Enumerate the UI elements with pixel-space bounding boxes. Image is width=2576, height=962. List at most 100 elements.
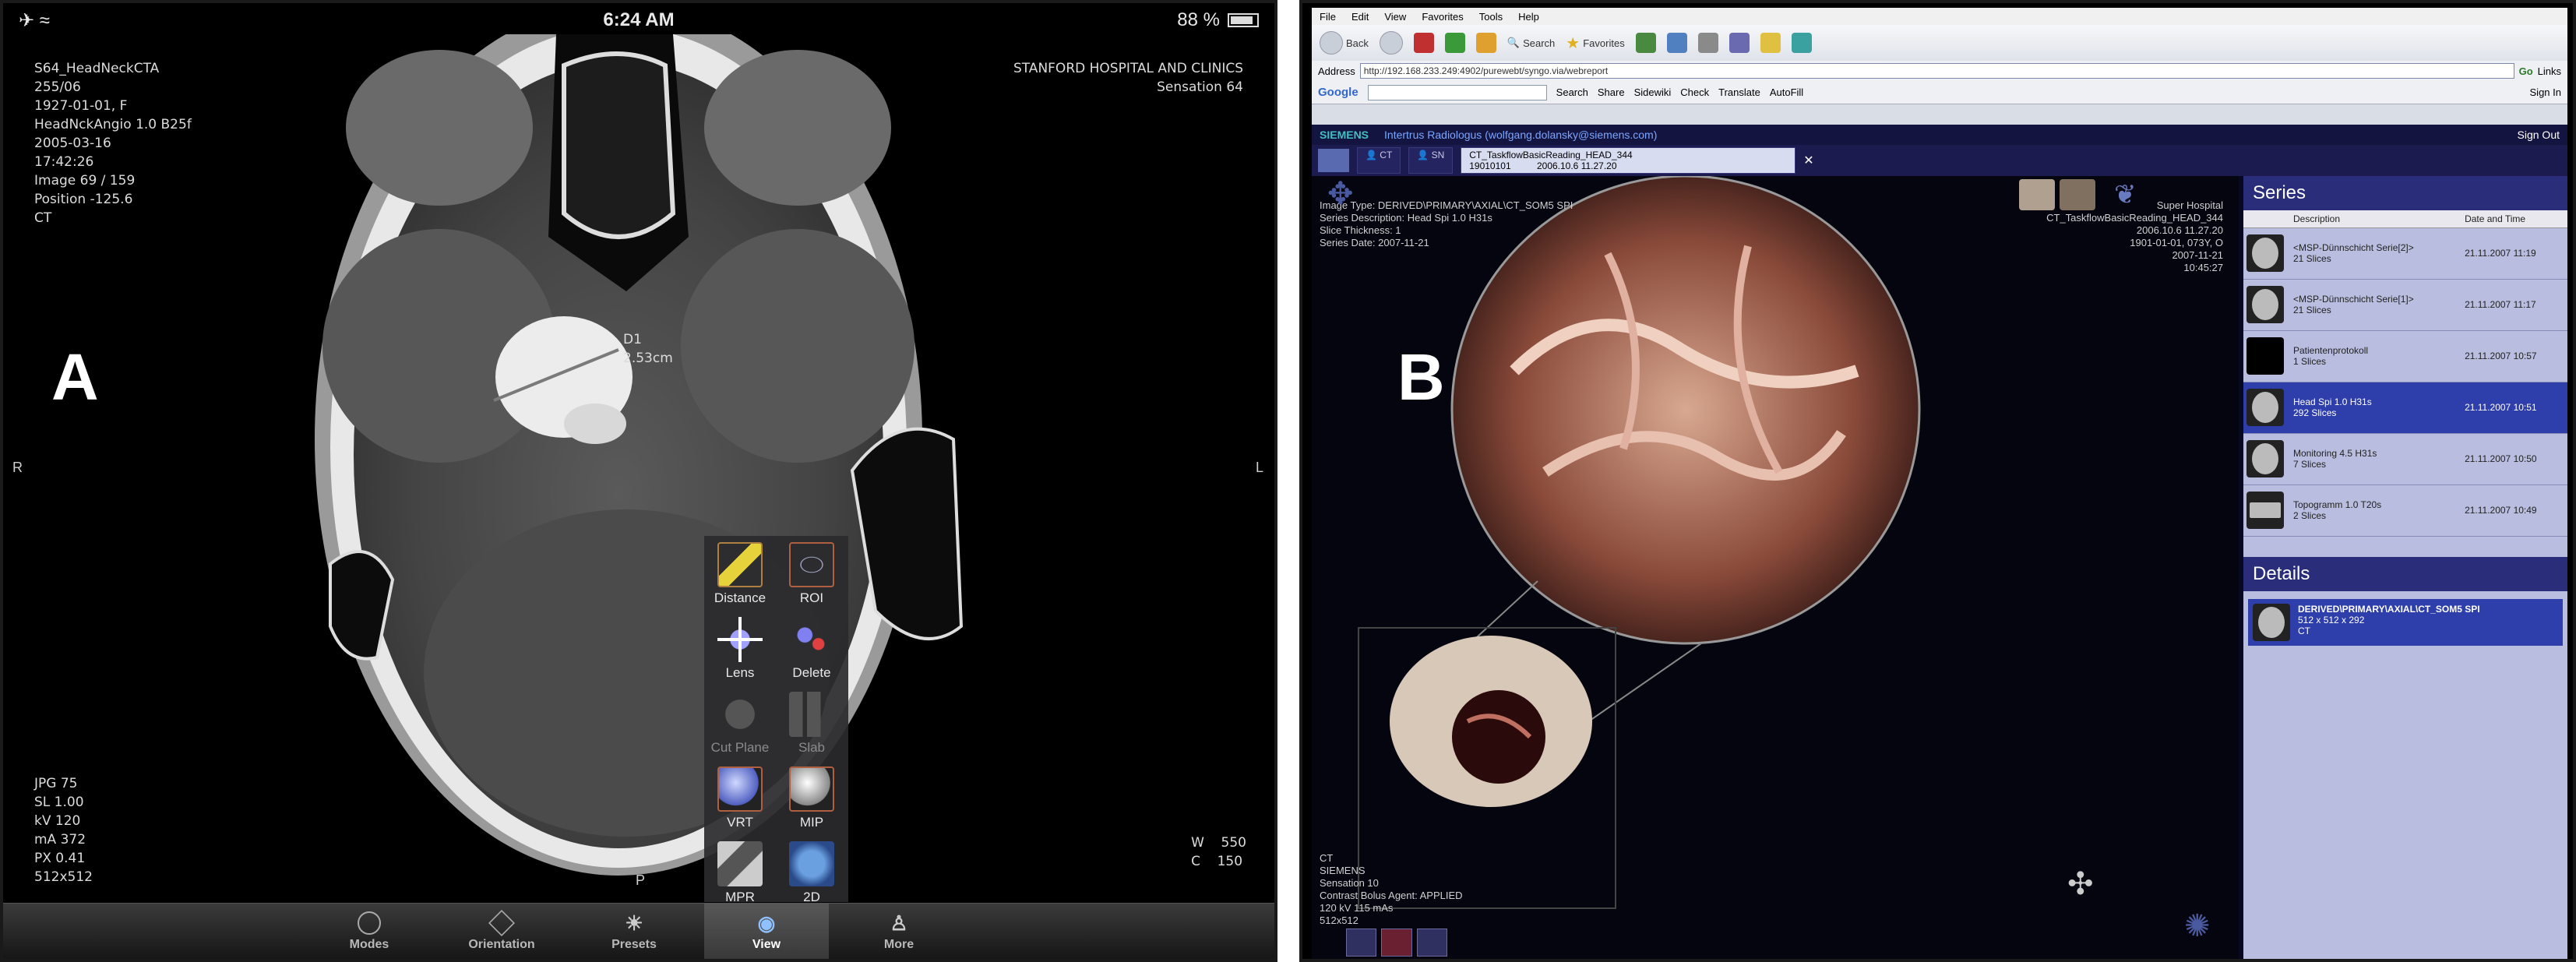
overlay-line: mA 372 [34, 832, 86, 847]
orientation-axes-icon[interactable]: ✣ [2067, 866, 2094, 902]
mail-icon[interactable] [1666, 33, 1687, 53]
refresh-icon[interactable] [1444, 33, 1465, 53]
tool-label: Slab [798, 740, 826, 755]
google-toolbar: Google Search Share Sidewiki Check Trans… [1312, 81, 2567, 104]
series-description: Head Spi 1.0 H31s [2293, 396, 2372, 407]
vrt-sphere-icon [717, 766, 763, 812]
description-column-header[interactable]: Description [2290, 210, 2462, 228]
overlay-line: 512x512 [1320, 914, 1358, 926]
patient-tab-sn[interactable]: 👤 SN [1408, 147, 1454, 174]
back-button[interactable]: Back [1320, 31, 1369, 55]
menu-edit[interactable]: Edit [1351, 11, 1369, 23]
google-check-button[interactable]: Check [1680, 86, 1709, 98]
google-sidewiki-button[interactable]: Sidewiki [1634, 86, 1672, 98]
tab-more[interactable]: ♙ More [837, 904, 961, 959]
volume-render-viewport[interactable]: Image Type: DERIVED\PRIMARY\AXIAL\CT_SOM… [1312, 176, 2239, 960]
tab-orientation[interactable]: Orientation [439, 904, 564, 959]
patient-tab-active[interactable]: CT_TaskflowBasicReading_HEAD_344 1901010… [1461, 147, 1796, 174]
tool-mip[interactable]: MIP [776, 760, 848, 837]
vrt-mode-button[interactable] [1346, 929, 1377, 957]
viewer-overlay-bottom-left: CT SIEMENS Sensation 10 Contrast Bolus A… [1320, 852, 1463, 927]
google-signin-link[interactable]: Sign In [2530, 86, 2561, 98]
tab-presets[interactable]: ☀ Presets [572, 904, 696, 959]
menu-file[interactable]: File [1320, 11, 1336, 23]
navigation-arrows-icon[interactable]: ✥ [1327, 176, 1354, 212]
overlay-line: 2006.10.6 11.27.20 [2136, 224, 2223, 236]
modes-icon [358, 911, 381, 935]
forward-button[interactable] [1379, 31, 1403, 55]
google-autofill-button[interactable]: AutoFill [1770, 86, 1803, 98]
tool-vrt[interactable]: VRT [704, 760, 776, 837]
tool-cut-plane[interactable]: Cut Plane [704, 685, 776, 762]
patient-list-icon[interactable] [1318, 149, 1349, 172]
tab-modes[interactable]: Modes [307, 904, 432, 959]
close-patient-icon[interactable]: ✕ [1803, 153, 1813, 168]
go-button[interactable]: Go [2519, 65, 2533, 77]
series-thumbnail [2247, 286, 2284, 323]
messenger-icon[interactable] [1791, 33, 1812, 53]
date-column-header[interactable]: Date and Time [2461, 210, 2567, 228]
series-row[interactable]: Topogramm 1.0 T20s 2 Slices 21.11.2007 10… [2243, 485, 2567, 537]
lungs-mode-button[interactable] [1381, 929, 1412, 957]
google-share-button[interactable]: Share [1598, 86, 1625, 98]
folder-icon[interactable] [1760, 33, 1781, 53]
series-thumbnail [2247, 389, 2284, 426]
menu-view[interactable]: View [1384, 11, 1406, 23]
delete-icon [789, 617, 834, 662]
edit-icon[interactable] [1728, 33, 1750, 53]
tool-lens[interactable]: Lens [704, 611, 776, 687]
menu-help[interactable]: Help [1518, 11, 1539, 23]
tab-view[interactable]: ◉ View [704, 904, 829, 959]
series-description: Patientenprotokoll [2293, 345, 2369, 356]
series-side-panel: Series Description Date and Time <MSP-Dü… [2243, 176, 2567, 959]
presets-sun-icon: ☀ [625, 911, 643, 935]
mpr-mode-button[interactable] [1416, 929, 1447, 957]
history-icon[interactable] [1635, 33, 1656, 53]
series-row-selected[interactable]: Head Spi 1.0 H31s 292 Slices 21.11.2007 1… [2243, 382, 2567, 434]
series-thumbnail [2247, 337, 2284, 375]
tool-2d[interactable]: 2D [776, 835, 848, 911]
sign-out-link[interactable]: Sign Out [2518, 129, 2560, 141]
overlay-line: 17:42:26 [34, 154, 94, 170]
search-icon: 🔍 [1506, 37, 1521, 48]
address-input[interactable]: http://192.168.233.249:4902/purewebt/syn… [1359, 63, 2514, 79]
overlay-line: Series Description: Head Spi 1.0 H31s [1320, 212, 1492, 224]
ct-axial-image[interactable] [3, 34, 1274, 930]
ipad-tab-bar: Modes Orientation ☀ Presets ◉ View ♙ Mor… [3, 903, 1274, 959]
patient-tab-ct[interactable]: 👤 CT [1357, 147, 1401, 174]
overlay-line: kV 120 [34, 813, 81, 829]
ie-toolbar: Back 🔍 Search ★ Favorites [1312, 25, 2567, 61]
tool-roi[interactable]: ROI [776, 536, 848, 612]
light-icon[interactable]: ✺ [2184, 908, 2211, 944]
orientation-right: L [1255, 460, 1263, 475]
favorites-button[interactable]: ★ Favorites [1566, 33, 1624, 53]
vrt-rendering[interactable] [1312, 176, 2239, 960]
zoom-tool-icon[interactable] [2019, 179, 2055, 210]
anatomy-icon[interactable]: ❦ [2114, 179, 2137, 210]
series-row[interactable]: <MSP-Dünnschicht Serie[2]> 21 Slices 21.1… [2243, 227, 2567, 280]
tool-distance[interactable]: Distance [704, 536, 776, 612]
google-search-input[interactable] [1367, 84, 1547, 100]
stop-icon[interactable] [1413, 33, 1434, 53]
mip-sphere-icon [789, 766, 834, 812]
tool-mpr[interactable]: MPR [704, 835, 776, 911]
menu-favorites[interactable]: Favorites [1422, 11, 1463, 23]
series-row[interactable]: Patientenprotokoll 1 Slices 21.11.2007 10… [2243, 330, 2567, 382]
search-button[interactable]: 🔍 Search [1507, 37, 1555, 49]
menu-tools[interactable]: Tools [1479, 11, 1503, 23]
links-button[interactable]: Links [2538, 65, 2561, 77]
tool-delete[interactable]: Delete [776, 611, 848, 687]
overlay-line: SIEMENS [1320, 865, 1366, 876]
tool-slab[interactable]: Slab [776, 685, 848, 762]
details-item[interactable]: DERIVED\PRIMARY\AXIAL\CT_SOM5 SPI 512 x … [2248, 598, 2563, 646]
google-translate-button[interactable]: Translate [1718, 86, 1760, 98]
details-modality: CT [2298, 625, 2310, 636]
print-icon[interactable] [1697, 33, 1718, 53]
status-time: 6:24 AM [603, 9, 675, 30]
tab-label: Modes [349, 938, 389, 951]
rotate-tool-icon[interactable] [2060, 179, 2095, 210]
series-row[interactable]: <MSP-Dünnschicht Serie[1]> 21 Slices 21.1… [2243, 279, 2567, 331]
home-icon[interactable] [1475, 33, 1496, 53]
series-row[interactable]: Monitoring 4.5 H31s 7 Slices 21.11.2007 1… [2243, 433, 2567, 485]
google-search-button[interactable]: Search [1556, 86, 1588, 98]
